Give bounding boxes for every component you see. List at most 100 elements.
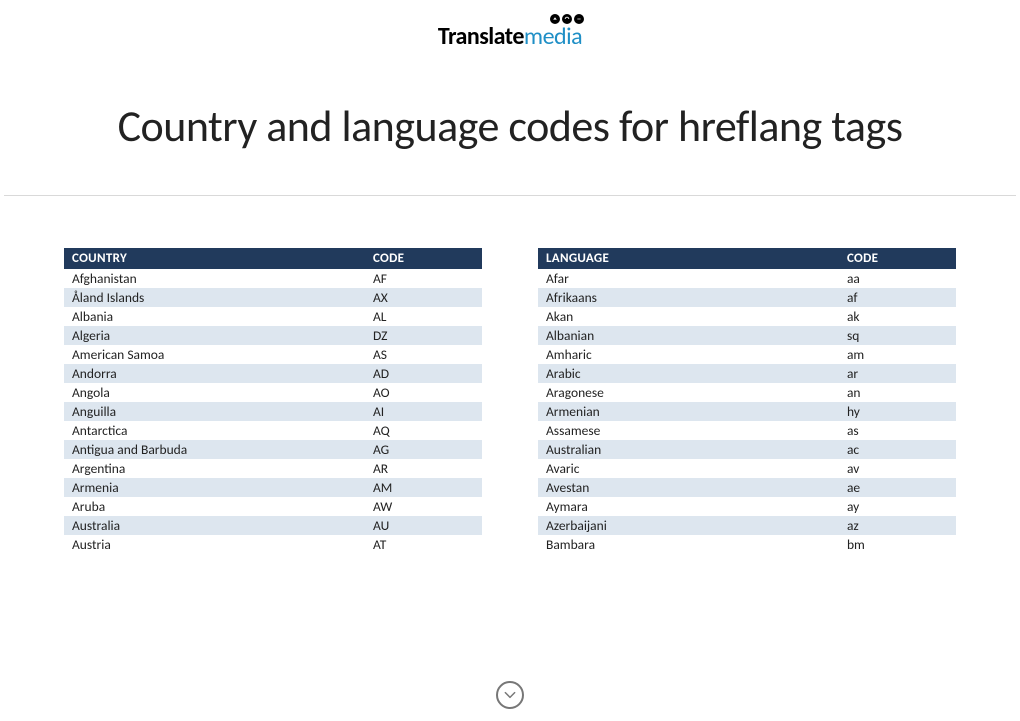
page-title: Country and language codes for hreflang … [0, 99, 1020, 153]
table-row: Afrikaansaf [538, 288, 956, 307]
code-cell: AO [365, 383, 482, 402]
table-row: Azerbaijaniaz [538, 516, 956, 535]
name-cell: Australian [538, 440, 839, 459]
code-cell: bm [839, 535, 956, 554]
code-cell: av [839, 459, 956, 478]
code-cell: aa [839, 269, 956, 288]
code-cell: ak [839, 307, 956, 326]
name-cell: Aruba [64, 497, 365, 516]
table-row: Åland IslandsAX [64, 288, 482, 307]
code-header: CODE [839, 248, 956, 269]
table-row: Aymaraay [538, 497, 956, 516]
name-cell: Azerbaijani [538, 516, 839, 535]
name-cell: Australia [64, 516, 365, 535]
code-cell: AM [365, 478, 482, 497]
name-cell: Afghanistan [64, 269, 365, 288]
code-cell: ay [839, 497, 956, 516]
table-row: Afaraa [538, 269, 956, 288]
name-cell: Arabic [538, 364, 839, 383]
table-row: AndorraAD [64, 364, 482, 383]
table-row: Akanak [538, 307, 956, 326]
table-row: Antigua and BarbudaAG [64, 440, 482, 459]
code-cell: an [839, 383, 956, 402]
name-cell: Armenia [64, 478, 365, 497]
table-row: AfghanistanAF [64, 269, 482, 288]
table-row: AlbaniaAL [64, 307, 482, 326]
name-cell: Akan [538, 307, 839, 326]
name-cell: Angola [64, 383, 365, 402]
table-row: Albaniansq [538, 326, 956, 345]
code-header: CODE [365, 248, 482, 269]
name-cell: Albania [64, 307, 365, 326]
code-cell: AQ [365, 421, 482, 440]
table-row: Bambarabm [538, 535, 956, 554]
language-table: LANGUAGE CODE AfaraaAfrikaansafAkanakAlb… [538, 248, 956, 554]
name-cell: Andorra [64, 364, 365, 383]
table-row: AustriaAT [64, 535, 482, 554]
name-cell: Afar [538, 269, 839, 288]
code-cell: ae [839, 478, 956, 497]
chevron-down-icon [503, 688, 517, 702]
table-row: Avaricav [538, 459, 956, 478]
code-cell: AU [365, 516, 482, 535]
table-row: AngolaAO [64, 383, 482, 402]
code-cell: AT [365, 535, 482, 554]
code-cell: AR [365, 459, 482, 478]
table-row: ArubaAW [64, 497, 482, 516]
code-cell: AD [365, 364, 482, 383]
code-cell: hy [839, 402, 956, 421]
brand-logo: Translatemedia [0, 0, 1020, 51]
name-cell: Argentina [64, 459, 365, 478]
name-cell: Assamese [538, 421, 839, 440]
code-cell: ar [839, 364, 956, 383]
logo-dots-icon [550, 14, 584, 24]
name-cell: Åland Islands [64, 288, 365, 307]
name-cell: Antarctica [64, 421, 365, 440]
name-cell: Avaric [538, 459, 839, 478]
name-cell: Algeria [64, 326, 365, 345]
name-cell: Albanian [538, 326, 839, 345]
table-row: Amharicam [538, 345, 956, 364]
scroll-down-button[interactable] [496, 681, 524, 709]
table-row: AustraliaAU [64, 516, 482, 535]
name-cell: Bambara [538, 535, 839, 554]
code-cell: AI [365, 402, 482, 421]
table-row: Australianac [538, 440, 956, 459]
code-cell: as [839, 421, 956, 440]
code-cell: az [839, 516, 956, 535]
table-row: Armenianhy [538, 402, 956, 421]
code-cell: AF [365, 269, 482, 288]
code-cell: ac [839, 440, 956, 459]
code-cell: AL [365, 307, 482, 326]
tables-container: COUNTRY CODE AfghanistanAFÅland IslandsA… [0, 196, 1020, 554]
logo-part1: Translate [438, 22, 524, 51]
name-cell: Aymara [538, 497, 839, 516]
table-row: AlgeriaDZ [64, 326, 482, 345]
code-cell: AS [365, 345, 482, 364]
table-row: AnguillaAI [64, 402, 482, 421]
language-header: LANGUAGE [538, 248, 839, 269]
table-row: Arabicar [538, 364, 956, 383]
table-row: ArgentinaAR [64, 459, 482, 478]
name-cell: Avestan [538, 478, 839, 497]
table-row: American SamoaAS [64, 345, 482, 364]
name-cell: Antigua and Barbuda [64, 440, 365, 459]
table-row: Avestanae [538, 478, 956, 497]
table-row: Aragonesean [538, 383, 956, 402]
name-cell: Austria [64, 535, 365, 554]
name-cell: Aragonese [538, 383, 839, 402]
name-cell: American Samoa [64, 345, 365, 364]
table-row: ArmeniaAM [64, 478, 482, 497]
code-cell: AX [365, 288, 482, 307]
code-cell: sq [839, 326, 956, 345]
table-header-row: COUNTRY CODE [64, 248, 482, 269]
table-header-row: LANGUAGE CODE [538, 248, 956, 269]
code-cell: DZ [365, 326, 482, 345]
table-row: AntarcticaAQ [64, 421, 482, 440]
name-cell: Armenian [538, 402, 839, 421]
table-row: Assameseas [538, 421, 956, 440]
code-cell: AG [365, 440, 482, 459]
name-cell: Anguilla [64, 402, 365, 421]
country-table: COUNTRY CODE AfghanistanAFÅland IslandsA… [64, 248, 482, 554]
name-cell: Amharic [538, 345, 839, 364]
